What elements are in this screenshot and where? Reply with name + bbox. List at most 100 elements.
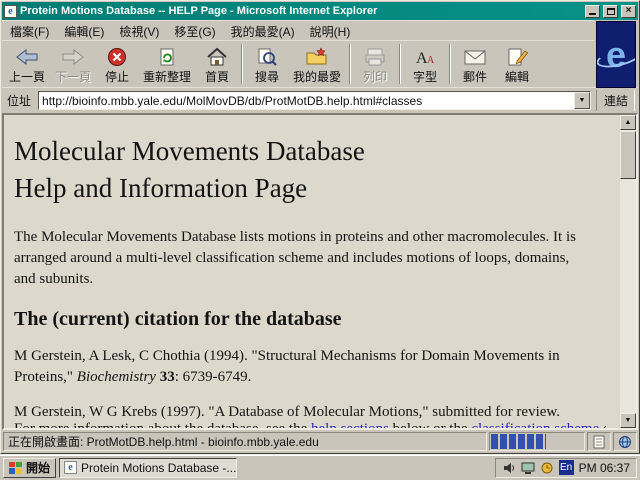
- scrollbar-track[interactable]: [620, 130, 636, 413]
- ie-logo: e: [596, 21, 636, 88]
- back-arrow-icon: [15, 45, 39, 67]
- window-system-icon[interactable]: e: [4, 4, 17, 18]
- svg-text:A: A: [427, 55, 435, 66]
- print-button[interactable]: 列印: [354, 42, 396, 86]
- vertical-scrollbar[interactable]: ▲ ▼: [620, 115, 636, 428]
- menu-view[interactable]: 檢視(V): [119, 23, 159, 40]
- input-language-indicator[interactable]: En: [558, 460, 574, 475]
- status-bar: 正在開啟畫面: ProtMotDB.help.html - bioinfo.mb…: [2, 430, 638, 452]
- page-link[interactable]: classification scheme: [471, 421, 599, 428]
- citation-1: M Gerstein, A Lesk, C Chothia (1994). "S…: [14, 348, 560, 385]
- start-label: 開始: [26, 461, 51, 475]
- scroll-up-button[interactable]: ▲: [620, 115, 636, 130]
- address-bar: 位址 ▼ 連結: [2, 87, 638, 113]
- address-field: ▼: [38, 91, 591, 110]
- address-label: 位址: [7, 94, 32, 108]
- print-label: 列印: [363, 70, 388, 84]
- globe-icon: [619, 435, 631, 448]
- close-button[interactable]: ×: [621, 4, 636, 18]
- maximize-icon: [606, 7, 615, 15]
- journal-name: Biochemistry: [76, 369, 156, 385]
- system-tray: En PM 06:37: [494, 457, 637, 478]
- browser-window: e Protein Motions Database -- HELP Page …: [0, 0, 640, 454]
- search-button[interactable]: 搜尋: [246, 42, 288, 86]
- menu-edit[interactable]: 編輯(E): [64, 23, 104, 40]
- forward-arrow-icon: [61, 45, 85, 67]
- font-button[interactable]: AA 字型: [404, 42, 446, 86]
- menu-go[interactable]: 移至(G): [174, 23, 215, 40]
- start-button[interactable]: 開始: [3, 457, 57, 478]
- menu-bar: 檔案(F) 編輯(E) 檢視(V) 移至(G) 我的最愛(A) 說明(H): [2, 20, 594, 40]
- back-button[interactable]: 上一頁: [4, 42, 50, 86]
- search-icon: [255, 45, 279, 67]
- links-label: 連結: [603, 94, 628, 108]
- menu-file[interactable]: 檔案(F): [10, 23, 49, 40]
- task-button-label: Protein Motions Database -...: [81, 460, 237, 475]
- display-icon[interactable]: [521, 461, 535, 475]
- windows-logo-icon: [9, 461, 22, 474]
- scroll-down-button[interactable]: ▼: [620, 413, 636, 428]
- scroll-up-icon: ▲: [624, 119, 632, 126]
- refresh-icon: [155, 45, 179, 67]
- close-icon: ×: [625, 5, 632, 16]
- toolbar-separator: [349, 44, 352, 84]
- clock[interactable]: PM 06:37: [579, 461, 630, 475]
- forward-label: 下一頁: [55, 70, 92, 84]
- status-text: 正在開啟畫面: ProtMotDB.help.html - bioinfo.mb…: [3, 432, 487, 451]
- intro-paragraph: The Molecular Movements Database lists m…: [14, 229, 576, 287]
- home-label: 首頁: [205, 70, 230, 84]
- back-label: 上一頁: [9, 70, 46, 84]
- font-icon: AA: [413, 45, 437, 67]
- citation-heading: The (current) citation for the database: [14, 308, 342, 330]
- progress-fill: [491, 434, 547, 449]
- scheduler-icon[interactable]: [540, 461, 554, 475]
- toolbar-separator: [449, 44, 452, 84]
- print-icon: [363, 45, 387, 67]
- chevron-down-icon: ▼: [578, 97, 586, 104]
- search-label: 搜尋: [255, 70, 280, 84]
- web-page: Molecular Movements Database Help and Inf…: [4, 115, 620, 428]
- favorites-button[interactable]: 我的最愛: [288, 42, 346, 86]
- home-button[interactable]: 首頁: [196, 42, 238, 86]
- ie-e-icon: e: [605, 33, 627, 75]
- screen: e Protein Motions Database -- HELP Page …: [0, 0, 640, 480]
- edit-button[interactable]: 編輯: [496, 42, 538, 86]
- taskbar: 開始 e Protein Motions Database -... En PM…: [0, 454, 640, 480]
- task-button-ie[interactable]: e Protein Motions Database -...: [59, 457, 238, 478]
- stop-label: 停止: [105, 70, 130, 84]
- maximize-button[interactable]: [603, 4, 618, 18]
- menu-favorites[interactable]: 我的最愛(A): [231, 23, 295, 40]
- minimize-icon: [589, 12, 596, 15]
- toolbar: 上一頁 下一頁 停止 重新整理 首頁 搜尋 我的最愛 列印 A A 字型 郵件 …: [2, 40, 594, 87]
- progress-bar: [489, 432, 585, 451]
- scroll-down-icon: ▼: [624, 417, 632, 424]
- refresh-button[interactable]: 重新整理: [138, 42, 196, 86]
- status-document-pane: [587, 432, 611, 451]
- links-button[interactable]: 連結: [595, 90, 635, 111]
- toolbar-separator: [241, 44, 244, 84]
- stop-icon: [106, 45, 128, 67]
- browser-viewport: Molecular Movements Database Help and Inf…: [2, 113, 638, 430]
- minimize-button[interactable]: [585, 4, 600, 18]
- mail-button[interactable]: 郵件: [454, 42, 496, 86]
- font-label: 字型: [413, 70, 438, 84]
- document-icon: [593, 435, 605, 448]
- volume-icon[interactable]: [502, 461, 516, 475]
- forward-button[interactable]: 下一頁: [50, 42, 96, 86]
- favorites-label: 我的最愛: [293, 70, 342, 84]
- page-link[interactable]: help sections: [311, 421, 389, 428]
- menu-help[interactable]: 說明(H): [310, 23, 351, 40]
- address-input[interactable]: [39, 92, 574, 109]
- address-dropdown-button[interactable]: ▼: [573, 92, 590, 109]
- mail-icon: [463, 45, 487, 67]
- clipped-text-line: For more information about the database,…: [14, 420, 606, 428]
- refresh-label: 重新整理: [143, 70, 192, 84]
- mail-label: 郵件: [463, 70, 488, 84]
- scrollbar-thumb[interactable]: [620, 131, 636, 179]
- titlebar: e Protein Motions Database -- HELP Page …: [2, 2, 638, 20]
- ie-task-icon: e: [64, 461, 78, 474]
- page-title: Molecular Movements Database Help and Inf…: [14, 136, 365, 203]
- stop-button[interactable]: 停止: [96, 42, 138, 86]
- toolbar-separator: [399, 44, 402, 84]
- edit-icon: [505, 45, 529, 67]
